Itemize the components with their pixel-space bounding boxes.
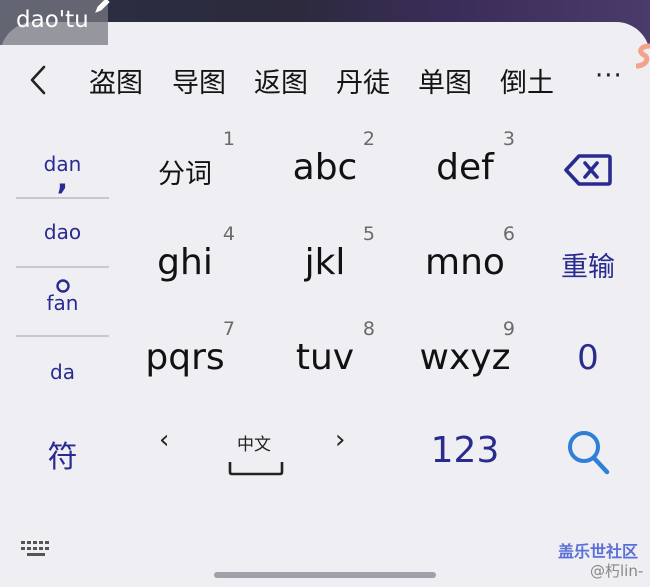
pinyin-option-da[interactable]: da	[16, 336, 109, 404]
key-9-wxyz[interactable]: wxyz 9	[395, 312, 535, 407]
right-arrow-icon[interactable]: ›	[335, 425, 345, 455]
back-arrow-icon[interactable]	[26, 63, 50, 97]
key-3-def[interactable]: def 3	[395, 122, 535, 217]
symbol-key[interactable]: 符	[16, 432, 109, 477]
pinyin-option-dan[interactable]: dan ,	[16, 130, 109, 198]
zero-key[interactable]: 0	[538, 312, 638, 407]
key-8-tuv[interactable]: tuv 8	[255, 312, 395, 407]
key-2-abc[interactable]: abc 2	[255, 122, 395, 217]
space-bar-icon	[228, 462, 284, 476]
key-5-jkl[interactable]: jkl 5	[255, 217, 395, 312]
candidate-5[interactable]: 单图	[418, 61, 472, 100]
key-4-ghi[interactable]: ghi 4	[115, 217, 255, 312]
backspace-icon	[564, 154, 612, 186]
watermark-community: 盖乐世社区	[558, 542, 639, 561]
reinput-button[interactable]: 重输	[538, 217, 638, 312]
candidate-4[interactable]: 丹徒	[336, 61, 390, 100]
backspace-button[interactable]	[538, 122, 638, 217]
pencil-icon	[95, 0, 110, 13]
left-arrow-icon[interactable]: ‹	[159, 425, 169, 455]
space-label: 中文	[237, 435, 271, 455]
comma-icon: ,	[56, 162, 69, 197]
keyboard-icon[interactable]	[20, 540, 52, 558]
more-candidates-button[interactable]: ···	[595, 61, 623, 91]
home-indicator[interactable]	[214, 572, 436, 578]
key-6-mno[interactable]: mno 6	[395, 217, 535, 312]
search-key[interactable]	[538, 425, 638, 480]
pinyin-option-fan[interactable]: fan	[16, 267, 109, 335]
candidate-2[interactable]: 导图	[172, 61, 226, 100]
pinyin-option-dao[interactable]: dao	[16, 198, 109, 266]
key-1-fenci[interactable]: 分词 1	[115, 122, 255, 217]
candidate-1[interactable]: 盗图	[89, 61, 143, 100]
candidate-6[interactable]: 倒土	[500, 61, 554, 100]
space-key[interactable]: ‹ 中文 ›	[115, 410, 395, 485]
numbers-key[interactable]: 123	[395, 430, 535, 480]
watermark-author: @朽lin-	[590, 562, 644, 580]
candidate-bar: 盗图 导图 返图 丹徒 单图 倒土 ···	[0, 55, 650, 105]
search-icon	[568, 431, 610, 475]
key-7-pqrs[interactable]: pqrs 7	[115, 312, 255, 407]
candidate-3[interactable]: 返图	[254, 61, 308, 100]
